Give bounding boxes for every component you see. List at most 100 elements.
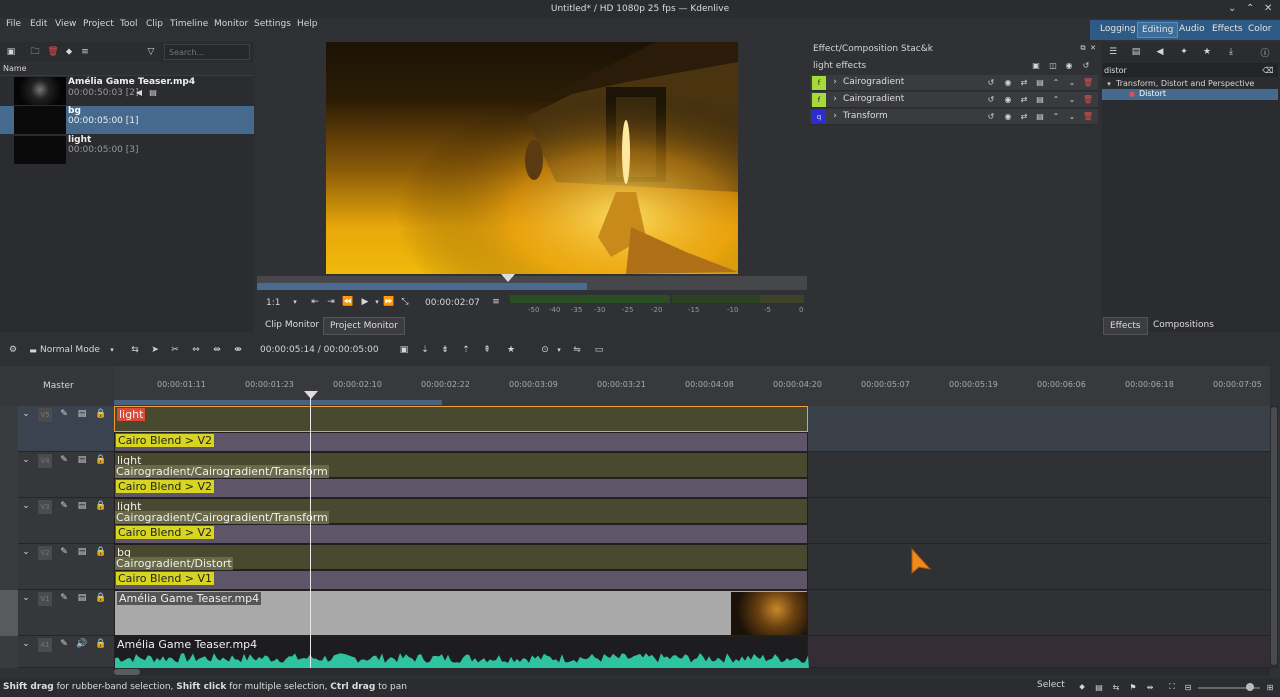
fx-icon[interactable]: ✎ <box>58 408 70 420</box>
timeline-zone[interactable] <box>114 400 442 405</box>
delete-icon[interactable]: 🗑 <box>1083 77 1093 87</box>
spacer-tool-icon[interactable]: ⇔ <box>189 343 203 357</box>
track-height-icon[interactable]: ▭ <box>592 343 606 357</box>
eye-icon[interactable]: ◉ <box>1003 77 1013 87</box>
fx-icon[interactable]: ✎ <box>58 546 70 558</box>
master-label[interactable]: Master <box>43 381 74 391</box>
zone-in-icon[interactable]: ⇤ <box>310 297 320 307</box>
scrollbar-thumb[interactable] <box>114 669 140 675</box>
chevron-down-icon[interactable]: ▾ <box>1104 79 1114 89</box>
lock-icon[interactable]: 🔒 <box>95 454 107 466</box>
delete-icon[interactable]: 🗑 <box>1083 111 1093 121</box>
maximize-icon[interactable]: ⌃ <box>1246 3 1254 14</box>
monitor-menu-icon[interactable]: ≡ <box>491 297 501 307</box>
workspace-audio[interactable]: Audio <box>1175 22 1209 38</box>
audio-clip[interactable]: Amélia Game Teaser.mp4 <box>114 636 809 669</box>
workspace-editing[interactable]: Editing <box>1137 22 1179 38</box>
chevron-down-icon[interactable]: ▾ <box>372 297 382 307</box>
bin-search-input[interactable] <box>164 44 250 60</box>
timeline-clip[interactable]: bg Cairogradient/Distort <box>114 544 808 570</box>
speaker-icon[interactable]: 🔊 <box>76 638 88 650</box>
playhead-marker-icon[interactable] <box>501 274 515 282</box>
tab-effects[interactable]: Effects <box>1103 317 1148 335</box>
menu-timeline[interactable]: Timeline <box>170 19 208 29</box>
monitor-timecode[interactable]: 00:00:02:07 <box>425 298 480 308</box>
video-icon[interactable]: ▤ <box>76 500 88 512</box>
favorite-icon[interactable]: ★ <box>504 343 518 357</box>
video-effects-icon[interactable]: ▤ <box>1129 45 1143 59</box>
custom-effects-icon[interactable]: ✦ <box>1177 45 1191 59</box>
collapse-icon[interactable]: ⌄ <box>20 592 32 604</box>
fx-icon[interactable]: ✎ <box>58 500 70 512</box>
settings-icon[interactable]: ⚙ <box>6 343 20 357</box>
ripple-tool-icon[interactable]: ⇹ <box>210 343 224 357</box>
menu-file[interactable]: File <box>6 19 21 29</box>
composition[interactable]: Cairo Blend > V2 <box>114 524 808 544</box>
keyframe-icon[interactable]: ⇄ <box>1019 94 1029 104</box>
minimize-icon[interactable]: ⌄ <box>1228 3 1236 14</box>
timeline-hscrollbar[interactable] <box>114 668 1270 676</box>
column-name-header[interactable]: Name <box>3 64 27 73</box>
timeline-clip[interactable]: light Cairogradient/Cairogradient/Transf… <box>114 498 808 524</box>
lift-icon[interactable]: ⇡ <box>459 343 473 357</box>
delete-icon[interactable]: 🗑 <box>46 45 60 59</box>
chevron-right-icon[interactable]: › <box>830 94 840 104</box>
zone-out-icon[interactable]: ⇥ <box>326 297 336 307</box>
move-up-icon[interactable]: ⌃ <box>1051 111 1061 121</box>
edit-mode-select[interactable]: Normal Mode <box>40 345 100 355</box>
rewind-icon[interactable]: ⏪ <box>342 297 353 307</box>
marker-icon[interactable]: ⚑ <box>1127 681 1139 693</box>
folder-icon[interactable]: 🗀 <box>28 45 42 59</box>
fullscreen-icon[interactable]: ⤡ <box>400 297 410 307</box>
menu-edit[interactable]: Edit <box>30 19 47 29</box>
workspace-logging[interactable]: Logging <box>1096 22 1140 38</box>
keyframe-icon[interactable]: ⇄ <box>1019 111 1029 121</box>
chevron-down-icon[interactable]: ▾ <box>290 297 300 307</box>
zoom-in-icon[interactable]: ⊞ <box>1264 681 1276 693</box>
reset-icon[interactable]: ↺ <box>986 94 996 104</box>
effect-category[interactable]: Transform, Distort and Perspective <box>1116 79 1254 88</box>
menu-settings[interactable]: Settings <box>254 19 291 29</box>
zoom-fit-icon[interactable]: ⛶ <box>1166 681 1178 693</box>
collapse-icon[interactable]: ⌄ <box>20 500 32 512</box>
tag-icon[interactable]: ⬥ <box>62 45 76 59</box>
menu-tool[interactable]: Tool <box>120 19 137 29</box>
workspace-color[interactable]: Color <box>1244 22 1276 38</box>
playhead-marker-icon[interactable] <box>304 391 318 399</box>
scrollbar-thumb[interactable] <box>1271 407 1277 665</box>
video-icon[interactable]: ▤ <box>1093 681 1105 693</box>
tab-project-monitor[interactable]: Project Monitor <box>323 317 405 335</box>
eye-icon[interactable]: ◉ <box>1063 59 1075 71</box>
clear-icon[interactable]: ⌫ <box>1262 64 1274 76</box>
tab-clip-monitor[interactable]: Clip Monitor <box>259 317 325 333</box>
collapse-icon[interactable]: ⌄ <box>20 546 32 558</box>
download-icon[interactable]: ⤓ <box>1224 45 1238 59</box>
move-down-icon[interactable]: ⌄ <box>1067 111 1077 121</box>
menu-help[interactable]: Help <box>297 19 318 29</box>
video-icon[interactable]: ▤ <box>76 546 88 558</box>
eye-icon[interactable]: ◉ <box>1003 111 1013 121</box>
lock-icon[interactable]: 🔒 <box>95 592 107 604</box>
add-clip-icon[interactable]: ▣ <box>4 45 18 59</box>
save-icon[interactable]: ▤ <box>1035 94 1045 104</box>
chevron-right-icon[interactable]: › <box>830 77 840 87</box>
move-down-icon[interactable]: ⌄ <box>1067 94 1077 104</box>
reset-icon[interactable]: ↺ <box>986 111 996 121</box>
close-icon[interactable]: ✕ <box>1264 3 1272 14</box>
timeline-playhead[interactable] <box>310 396 311 668</box>
effect-item-distort[interactable]: Distort <box>1139 89 1166 98</box>
collapse-icon[interactable]: ⌄ <box>20 408 32 420</box>
menu-monitor[interactable]: Monitor <box>214 19 248 29</box>
zoom-out-icon[interactable]: ⊟ <box>1182 681 1194 693</box>
info-icon[interactable]: ⓘ <box>1258 45 1272 59</box>
reset-icon[interactable]: ↺ <box>1080 59 1092 71</box>
tag-icon[interactable]: ⬥ <box>1076 681 1088 693</box>
favorite-icon[interactable]: ★ <box>1200 45 1214 59</box>
chevron-down-icon[interactable]: ▾ <box>554 343 564 357</box>
timeline-clip[interactable]: Amélia Game Teaser.mp4 <box>114 590 808 636</box>
collapse-icon[interactable]: ⌄ <box>20 638 32 650</box>
timeline-clip[interactable]: light Cairogradient/Cairogradient/Transf… <box>114 452 808 478</box>
menu-icon[interactable]: ≡ <box>78 45 92 59</box>
chevron-down-icon[interactable]: ▾ <box>107 343 117 357</box>
reset-icon[interactable]: ↺ <box>986 77 996 87</box>
